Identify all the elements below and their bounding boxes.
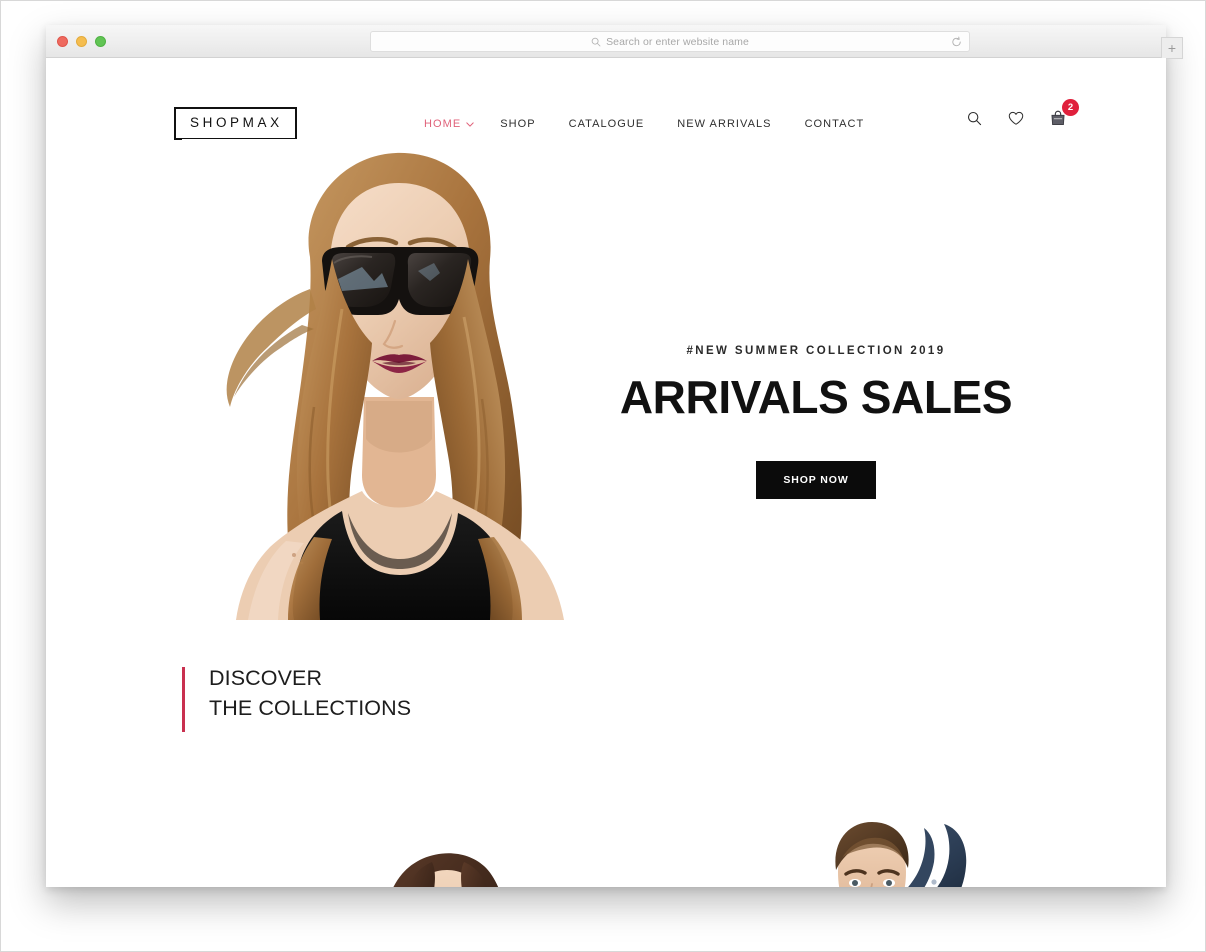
browser-toolbar: Search or enter website name + (46, 25, 1183, 59)
search-icon (591, 37, 601, 47)
collections-section (46, 818, 1166, 887)
discover-accent-bar (182, 667, 185, 732)
shop-now-button[interactable]: SHOP NOW (756, 460, 876, 499)
discover-section: DISCOVER THE COLLECTIONS (46, 664, 1166, 732)
browser-window: Search or enter website name + SHOPMAX H… (46, 25, 1183, 887)
hero-section: #NEW SUMMER COLLECTION 2019 ARRIVALS SAL… (46, 120, 1166, 620)
address-bar-content: Search or enter website name (591, 36, 749, 48)
hero-title: ARRIVALS SALES (619, 371, 1013, 423)
close-window-button[interactable] (57, 35, 68, 47)
new-tab-button[interactable]: + (1161, 37, 1183, 59)
maximize-window-button[interactable] (95, 35, 106, 47)
collection-card-men[interactable] (746, 818, 996, 887)
hero-eyebrow: #NEW SUMMER COLLECTION 2019 (686, 345, 946, 357)
cart-count-badge: 2 (1062, 99, 1079, 116)
collection-card-women[interactable] (328, 818, 578, 887)
address-bar[interactable]: Search or enter website name (370, 31, 970, 52)
reload-icon[interactable] (951, 36, 962, 47)
page-viewport: SHOPMAX HOME SHOP CATALOGUE NEW ARRIVALS… (46, 58, 1166, 887)
window-controls (57, 35, 106, 47)
hero-model-image (182, 139, 606, 620)
discover-line-2: THE COLLECTIONS (209, 695, 412, 720)
minimize-window-button[interactable] (76, 35, 87, 47)
hero-copy: #NEW SUMMER COLLECTION 2019 ARRIVALS SAL… (586, 345, 1046, 499)
site-header: SHOPMAX HOME SHOP CATALOGUE NEW ARRIVALS… (46, 58, 1166, 140)
discover-line-1: DISCOVER (209, 666, 323, 690)
discover-inner: DISCOVER THE COLLECTIONS (182, 664, 1166, 732)
address-bar-placeholder: Search or enter website name (606, 35, 749, 48)
